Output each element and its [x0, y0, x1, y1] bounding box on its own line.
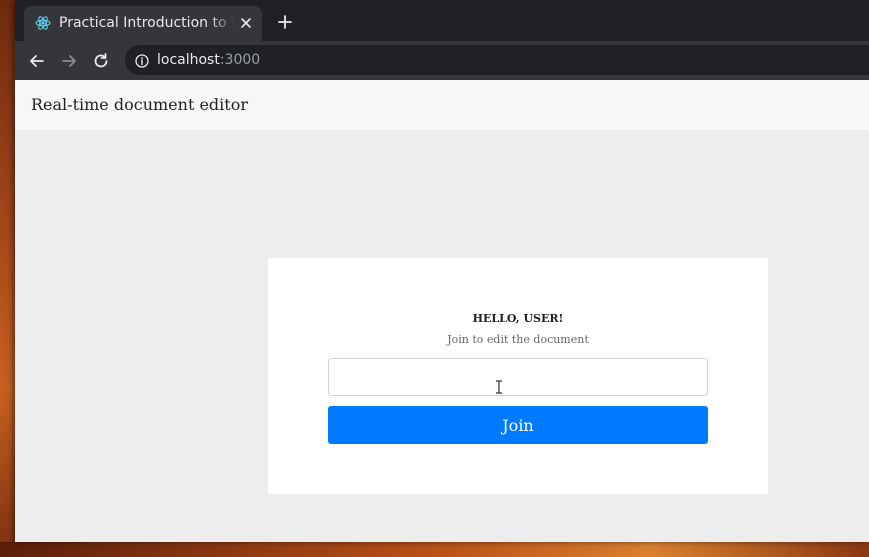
url-port: :3000	[219, 52, 261, 68]
tab-strip: Practical Introduction to WebSockets	[15, 0, 869, 41]
close-icon[interactable]	[238, 15, 254, 31]
react-icon	[35, 15, 51, 31]
join-subtitle: Join to edit the document	[447, 333, 589, 346]
browser-window: Practical Introduction to WebSockets	[15, 0, 869, 542]
browser-toolbar: localhost:3000	[15, 41, 869, 80]
browser-tab[interactable]: Practical Introduction to WebSockets	[24, 6, 262, 41]
greeting-heading: HELLO, USER!	[472, 312, 564, 325]
arrow-right-icon[interactable]	[58, 50, 80, 72]
join-button[interactable]: Join	[328, 406, 708, 444]
username-input[interactable]	[328, 358, 708, 396]
app-title: Real-time document editor	[31, 95, 248, 114]
desktop-wallpaper-left	[0, 0, 15, 557]
reload-icon[interactable]	[90, 50, 112, 72]
plus-icon[interactable]	[275, 12, 295, 32]
address-bar[interactable]: localhost:3000	[125, 45, 869, 75]
desktop-wallpaper-bottom	[0, 542, 869, 557]
info-icon[interactable]	[135, 53, 149, 68]
app-header: Real-time document editor	[15, 80, 869, 130]
login-card: HELLO, USER! Join to edit the document J…	[268, 258, 768, 494]
arrow-left-icon[interactable]	[26, 50, 48, 72]
tab-title: Practical Introduction to WebSockets	[59, 15, 235, 31]
url-host: localhost	[157, 52, 220, 68]
page-content: Real-time document editor HELLO, USER! J…	[15, 80, 869, 542]
url-text: localhost:3000	[157, 45, 260, 75]
